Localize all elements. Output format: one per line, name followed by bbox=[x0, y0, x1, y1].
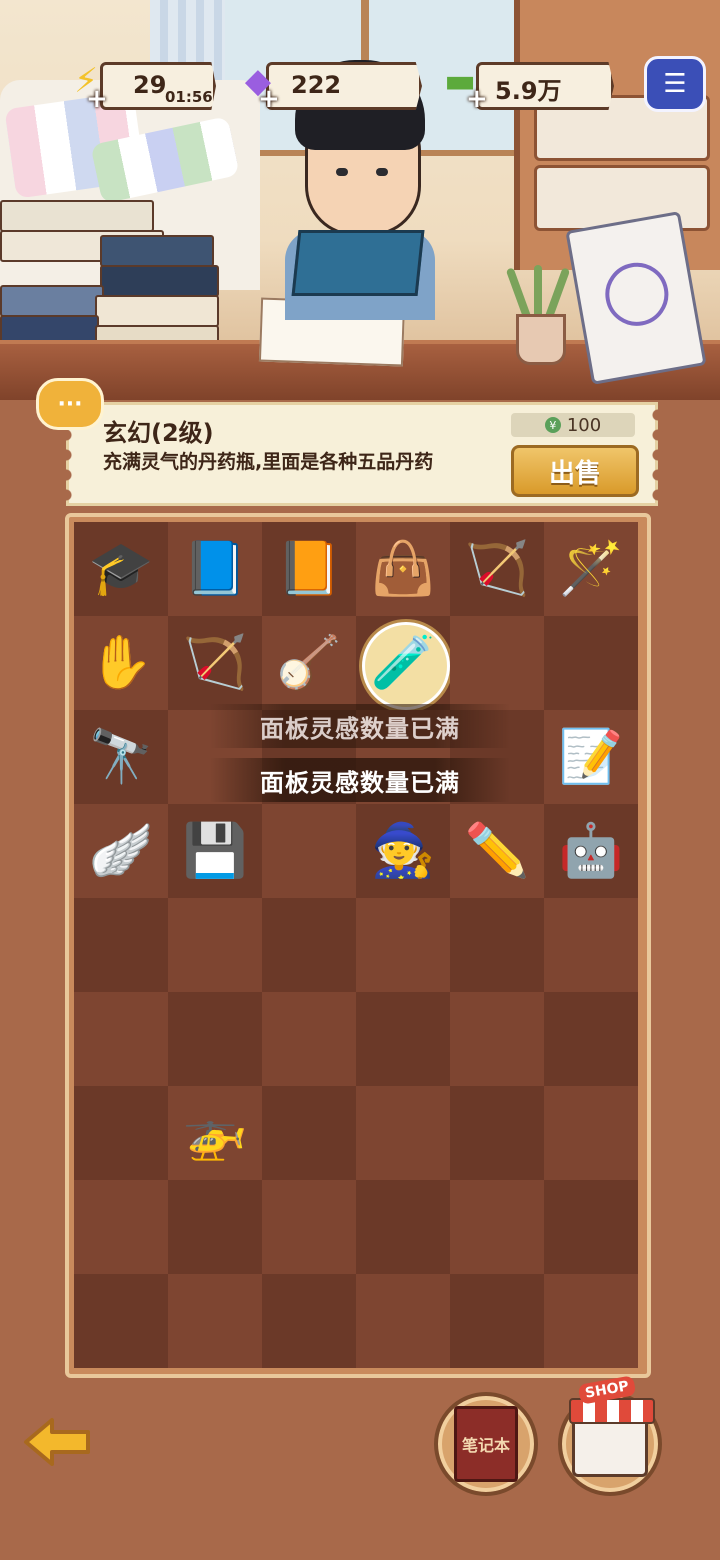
bow-icon[interactable]: 🏹 bbox=[183, 637, 248, 689]
board-cell[interactable] bbox=[544, 1086, 638, 1180]
add-cash-button[interactable]: + bbox=[466, 84, 488, 114]
board-cell[interactable]: 👜 bbox=[356, 522, 450, 616]
board-cell[interactable] bbox=[262, 1274, 356, 1368]
board-cell[interactable] bbox=[450, 992, 544, 1086]
board-cell[interactable]: 📘 bbox=[168, 522, 262, 616]
board-cell[interactable] bbox=[168, 898, 262, 992]
board-cell[interactable]: ✋ bbox=[74, 616, 168, 710]
elixir-bottle-icon[interactable]: 🧪 bbox=[371, 637, 436, 689]
board-cell[interactable]: 🧪 bbox=[356, 616, 450, 710]
shop-button[interactable]: SHOP bbox=[558, 1375, 662, 1496]
board-cell[interactable] bbox=[544, 1274, 638, 1368]
board-cell[interactable] bbox=[74, 898, 168, 992]
board-cell[interactable] bbox=[74, 1180, 168, 1274]
sell-button[interactable]: 出售 bbox=[511, 445, 639, 497]
item-description: 充满灵气的丹药瓶,里面是各种五品丹药 bbox=[103, 451, 434, 473]
board-cell[interactable] bbox=[74, 1274, 168, 1368]
add-gems-button[interactable]: + bbox=[258, 84, 280, 114]
witch-hat-icon[interactable]: 🧙 bbox=[371, 825, 436, 877]
handbag-icon[interactable]: 👜 bbox=[371, 543, 436, 595]
book-stack bbox=[0, 190, 220, 360]
board-cell[interactable] bbox=[262, 898, 356, 992]
board-cell[interactable]: 🤖 bbox=[544, 804, 638, 898]
board-cell[interactable] bbox=[450, 616, 544, 710]
board-cell[interactable] bbox=[544, 1180, 638, 1274]
energy-timer: 01:56 bbox=[165, 88, 213, 106]
board-cell[interactable] bbox=[356, 1180, 450, 1274]
board-cell[interactable] bbox=[262, 992, 356, 1086]
board-cell[interactable]: 📝 bbox=[544, 710, 638, 804]
cash-bar: 5.9万 bbox=[476, 62, 614, 110]
robot-icon[interactable]: 🤖 bbox=[559, 825, 624, 877]
notebook-icon: 笔记本 bbox=[454, 1406, 518, 1482]
ancient-book-icon[interactable]: 📘 bbox=[183, 543, 248, 595]
graduation-cap-icon[interactable]: 🎓 bbox=[89, 543, 154, 595]
toast-message: 面板灵感数量已满 bbox=[210, 704, 510, 748]
drone-icon[interactable]: 🚁 bbox=[183, 1107, 248, 1159]
board-cell[interactable]: 🚁 bbox=[168, 1086, 262, 1180]
toast-message: 面板灵感数量已满 bbox=[210, 758, 510, 802]
back-arrow-icon[interactable] bbox=[22, 1414, 92, 1470]
gems-value: 222 bbox=[291, 71, 342, 99]
add-energy-button[interactable]: + bbox=[86, 84, 108, 114]
board-cell[interactable]: 🪄 bbox=[544, 522, 638, 616]
task-list-button[interactable]: ☰ bbox=[644, 56, 706, 112]
board-cell[interactable]: 🏹 bbox=[168, 616, 262, 710]
potted-plant bbox=[505, 255, 571, 365]
board-cell[interactable] bbox=[450, 1274, 544, 1368]
energy-value: 29 bbox=[133, 71, 167, 99]
chat-bubble-icon[interactable]: ··· bbox=[36, 378, 104, 430]
board-cell[interactable] bbox=[544, 616, 638, 710]
exam-book-icon[interactable]: 📙 bbox=[277, 543, 342, 595]
board-cell[interactable] bbox=[450, 898, 544, 992]
sell-price: ¥ 100 bbox=[511, 413, 635, 437]
board-cell[interactable] bbox=[544, 992, 638, 1086]
board-cell[interactable] bbox=[168, 992, 262, 1086]
board-cell[interactable] bbox=[356, 898, 450, 992]
board-cell[interactable] bbox=[356, 1274, 450, 1368]
shop-icon: SHOP bbox=[569, 1375, 655, 1477]
board-cell[interactable] bbox=[168, 1180, 262, 1274]
board-cell[interactable]: 💾 bbox=[168, 804, 262, 898]
gems-bar: 222 bbox=[266, 62, 422, 110]
board-cell[interactable] bbox=[262, 1086, 356, 1180]
board-cell[interactable]: 🔭 bbox=[74, 710, 168, 804]
magic-staff-icon[interactable]: 🪄 bbox=[559, 543, 624, 595]
notebook-button[interactable]: 笔记本 bbox=[434, 1392, 538, 1496]
book-held bbox=[291, 230, 425, 296]
item-title: 玄幻(2级) bbox=[103, 419, 214, 447]
board-cell[interactable] bbox=[74, 1086, 168, 1180]
item-info-panel: 玄幻(2级) 充满灵气的丹药瓶,里面是各种五品丹药 ¥ 100 出售 bbox=[60, 402, 664, 506]
board-cell[interactable] bbox=[262, 1180, 356, 1274]
cannon-icon[interactable]: 🔭 bbox=[89, 731, 154, 783]
board-cell[interactable]: 🪕 bbox=[262, 616, 356, 710]
board-cell[interactable] bbox=[544, 898, 638, 992]
board-cell[interactable]: 📙 bbox=[262, 522, 356, 616]
buddha-hand-icon[interactable]: ✋ bbox=[89, 637, 154, 689]
board-cell[interactable] bbox=[74, 992, 168, 1086]
board-cell[interactable] bbox=[168, 1274, 262, 1368]
coin-icon: ¥ bbox=[544, 417, 561, 433]
board-cell[interactable] bbox=[356, 992, 450, 1086]
board-cell[interactable] bbox=[356, 1086, 450, 1180]
exam-paper-icon[interactable]: 📝 bbox=[559, 731, 624, 783]
price-value: 100 bbox=[566, 414, 602, 436]
board-cell[interactable] bbox=[450, 1086, 544, 1180]
angel-wings-icon[interactable]: 🪽 bbox=[89, 825, 154, 877]
board-cell[interactable]: ✏️ bbox=[450, 804, 544, 898]
bow-icon[interactable]: 🏹 bbox=[465, 543, 530, 595]
board-cell[interactable]: 🧙 bbox=[356, 804, 450, 898]
board-cell[interactable] bbox=[450, 1180, 544, 1274]
harp-icon[interactable]: 🪕 bbox=[277, 637, 342, 689]
cash-value: 5.9万 bbox=[495, 77, 562, 105]
board-cell[interactable]: 🪽 bbox=[74, 804, 168, 898]
chip-icon[interactable]: 💾 bbox=[183, 825, 248, 877]
list-icon: ☰ bbox=[663, 69, 687, 99]
board-cell[interactable]: 🎓 bbox=[74, 522, 168, 616]
pencil-icon[interactable]: ✏️ bbox=[465, 825, 530, 877]
room-scene bbox=[0, 0, 720, 400]
board-cell[interactable] bbox=[262, 804, 356, 898]
board-grid: 🎓 📘 📙 👜 🏹 🪄 ✋ 🏹 🪕 🧪 🔭 📝 🪽 💾 🧙 ✏️ 🤖 🚁 bbox=[74, 522, 638, 1368]
board-cell[interactable]: 🏹 bbox=[450, 522, 544, 616]
